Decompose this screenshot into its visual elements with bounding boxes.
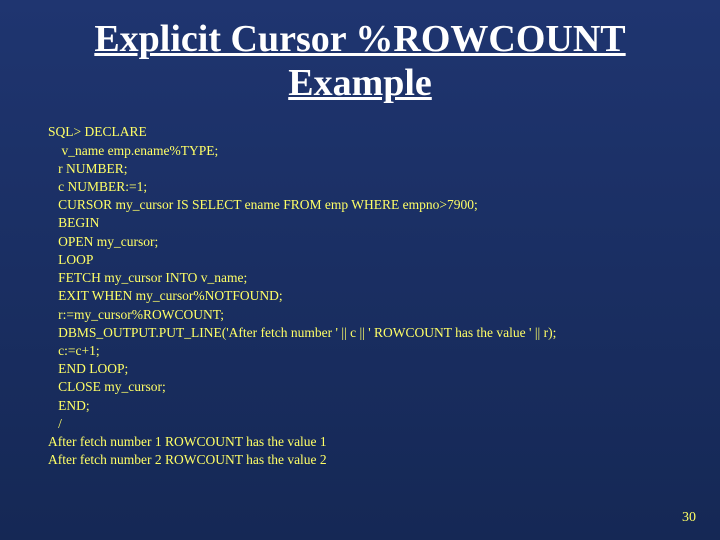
page-number: 30 [682, 510, 696, 526]
slide: Explicit Cursor %ROWCOUNT Example SQL> D… [0, 0, 720, 540]
code-example: SQL> DECLARE v_name emp.ename%TYPE; r NU… [40, 123, 680, 469]
slide-title: Explicit Cursor %ROWCOUNT Example [40, 18, 680, 105]
